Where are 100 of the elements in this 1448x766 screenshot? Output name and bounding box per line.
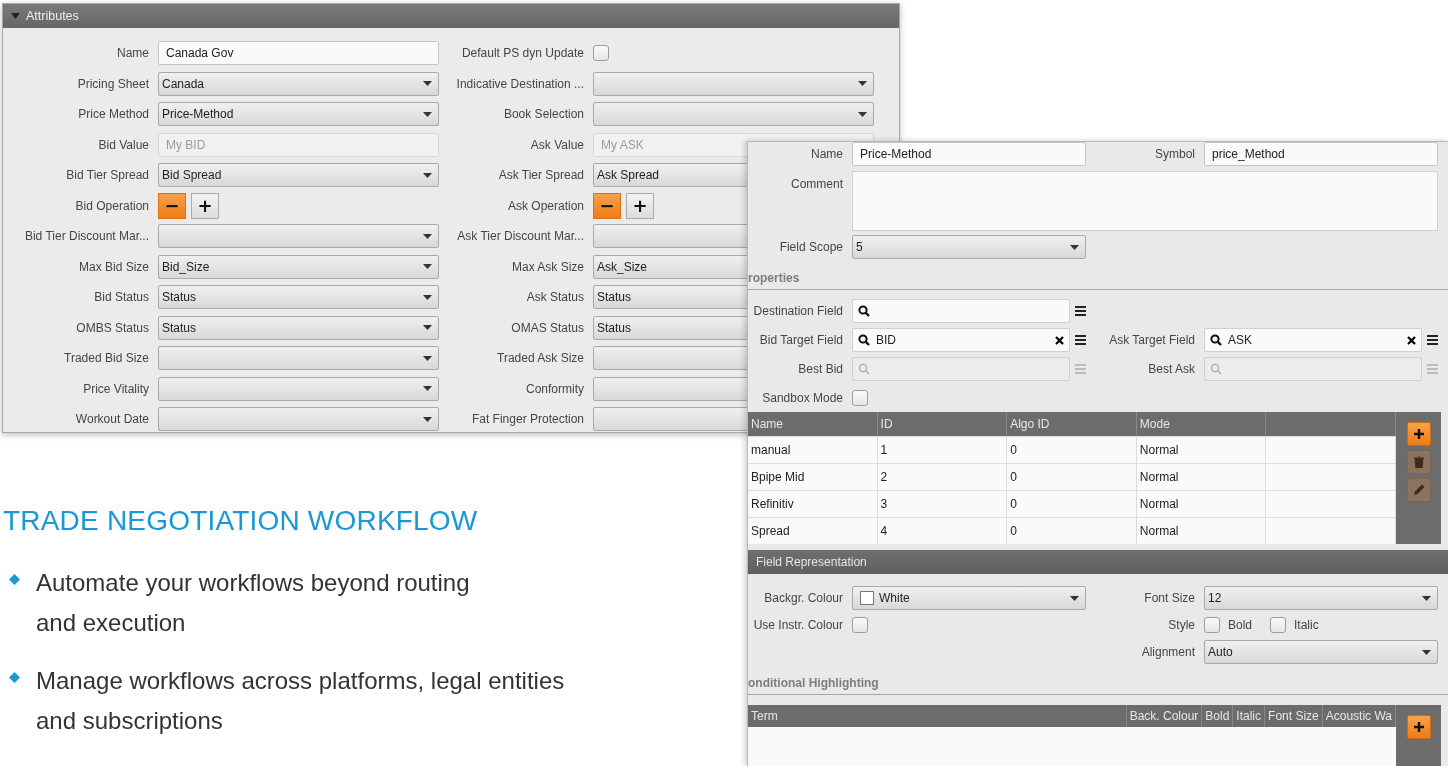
checkbox[interactable]	[593, 45, 609, 62]
checkbox-label: Italic	[1294, 618, 1319, 632]
trash-icon	[1413, 456, 1424, 468]
text-field[interactable]: Canada Gov	[158, 41, 439, 66]
checkbox[interactable]	[852, 617, 868, 633]
comment-field[interactable]	[852, 171, 1438, 231]
caret-icon	[423, 233, 432, 239]
field-label: Traded Ask Size	[496, 351, 585, 366]
field-label: Max Ask Size	[510, 259, 585, 274]
field-label: Symbol	[1154, 147, 1196, 161]
operation-button[interactable]: −	[593, 192, 621, 219]
field-label: Max Bid Size	[77, 259, 150, 274]
add-button[interactable]	[1406, 715, 1431, 739]
column-header[interactable]: Name	[748, 412, 878, 436]
dropdown[interactable]	[593, 71, 874, 96]
text-field[interactable]: Price-Method	[852, 142, 1086, 166]
bullet-text: Manage workflows across platforms, legal entities and subscriptions	[36, 666, 565, 736]
field-label: Ask Target Field	[1108, 333, 1196, 347]
search-field[interactable]: BID	[852, 328, 1070, 352]
field-label: Backgr. Colour	[763, 591, 844, 605]
field-label: Ask Status	[525, 290, 585, 305]
caret-icon	[1422, 649, 1431, 655]
dropdown[interactable]: Auto	[1204, 640, 1438, 664]
field-label: Conformity	[525, 381, 585, 396]
field-label: Comment	[790, 176, 844, 191]
column-header[interactable]: Term	[748, 705, 1127, 727]
section-heading: TRADE NEGOTIATION WORKFLOW	[3, 505, 478, 537]
table-cell: Bpipe Mid	[748, 464, 878, 490]
table-cell: 0	[1007, 437, 1137, 463]
dropdown[interactable]: Status	[158, 285, 439, 310]
search-icon	[858, 334, 870, 346]
add-button[interactable]	[1406, 422, 1431, 446]
clear-icon[interactable]	[1407, 335, 1416, 345]
operation-button[interactable]: −	[158, 192, 186, 219]
field-label: Name	[116, 46, 150, 61]
search-field[interactable]: ASK	[1204, 328, 1422, 352]
caret-icon	[1070, 244, 1079, 250]
field-label: Pricing Sheet	[76, 76, 150, 91]
text-field[interactable]: price_Method	[1204, 142, 1438, 166]
menu-icon[interactable]	[1427, 335, 1438, 345]
caret-icon	[423, 81, 432, 87]
dropdown[interactable]: Canada	[158, 71, 439, 96]
menu-icon[interactable]	[1075, 335, 1086, 345]
table-cell: Normal	[1136, 518, 1267, 544]
table-cell: 2	[877, 464, 1008, 490]
dropdown[interactable]	[158, 376, 439, 401]
dropdown[interactable]	[158, 224, 439, 249]
column-header[interactable]: Italic	[1233, 705, 1266, 727]
field-label: Style	[1167, 618, 1196, 632]
color-swatch	[860, 591, 874, 605]
clear-icon[interactable]	[1055, 335, 1064, 345]
field-label: Use Instr. Colour	[752, 618, 844, 632]
dropdown[interactable]: Bid Spread	[158, 163, 439, 188]
dropdown[interactable]: Bid_Size	[158, 254, 439, 279]
field-label: Best Bid	[797, 362, 844, 376]
search-icon	[1210, 363, 1222, 375]
column-header[interactable]: ID	[877, 412, 1008, 436]
dropdown[interactable]: Status	[158, 315, 439, 340]
checkbox-label: Bold	[1228, 618, 1253, 632]
search-icon	[858, 305, 870, 317]
collapse-icon[interactable]	[11, 13, 20, 19]
menu-icon[interactable]	[1075, 306, 1086, 316]
dropdown[interactable]: 5	[852, 235, 1086, 259]
dropdown[interactable]: White	[852, 586, 1086, 610]
column-header[interactable]: Algo ID	[1007, 412, 1137, 436]
section-header[interactable]: Field Representation	[748, 550, 1448, 574]
search-field[interactable]	[852, 299, 1070, 323]
caret-icon	[858, 111, 867, 117]
dropdown[interactable]	[593, 102, 874, 127]
table-cell: Normal	[1136, 491, 1267, 517]
field-label: Best Ask	[1147, 362, 1196, 376]
field-label: Fat Finger Protection	[470, 412, 585, 427]
search-icon	[858, 363, 870, 375]
field-label: OMAS Status	[510, 320, 585, 335]
operation-button[interactable]: +	[626, 192, 654, 219]
field-label: Traded Bid Size	[63, 351, 150, 366]
table-cell: 0	[1007, 491, 1137, 517]
section-header[interactable]: Attributes	[3, 4, 899, 28]
caret-icon	[423, 172, 432, 178]
field-label: Bid Tier Spread	[65, 168, 150, 183]
field-label: Bid Operation	[74, 198, 150, 213]
operation-button[interactable]: +	[191, 192, 219, 219]
column-header[interactable]: Bold	[1202, 705, 1234, 727]
column-header[interactable]: Back. Colour	[1126, 705, 1203, 727]
field-label: OMBS Status	[75, 320, 150, 335]
field-label: Bid Status	[93, 290, 150, 305]
dropdown[interactable]: 12	[1204, 586, 1438, 610]
caret-icon	[423, 355, 432, 361]
table-cell: 0	[1007, 518, 1137, 544]
dropdown[interactable]	[158, 346, 439, 371]
bullet-icon	[9, 672, 20, 683]
column-header[interactable]: Mode	[1136, 412, 1267, 436]
dropdown[interactable]	[158, 407, 439, 432]
checkbox[interactable]	[852, 390, 868, 406]
field-label: Sandbox Mode	[761, 391, 844, 405]
dropdown[interactable]: Price-Method	[158, 102, 439, 127]
checkbox[interactable]	[1270, 617, 1287, 633]
column-header[interactable]: Font Size	[1265, 705, 1323, 727]
field-label: Bid Value	[97, 137, 150, 152]
checkbox[interactable]	[1204, 617, 1220, 633]
